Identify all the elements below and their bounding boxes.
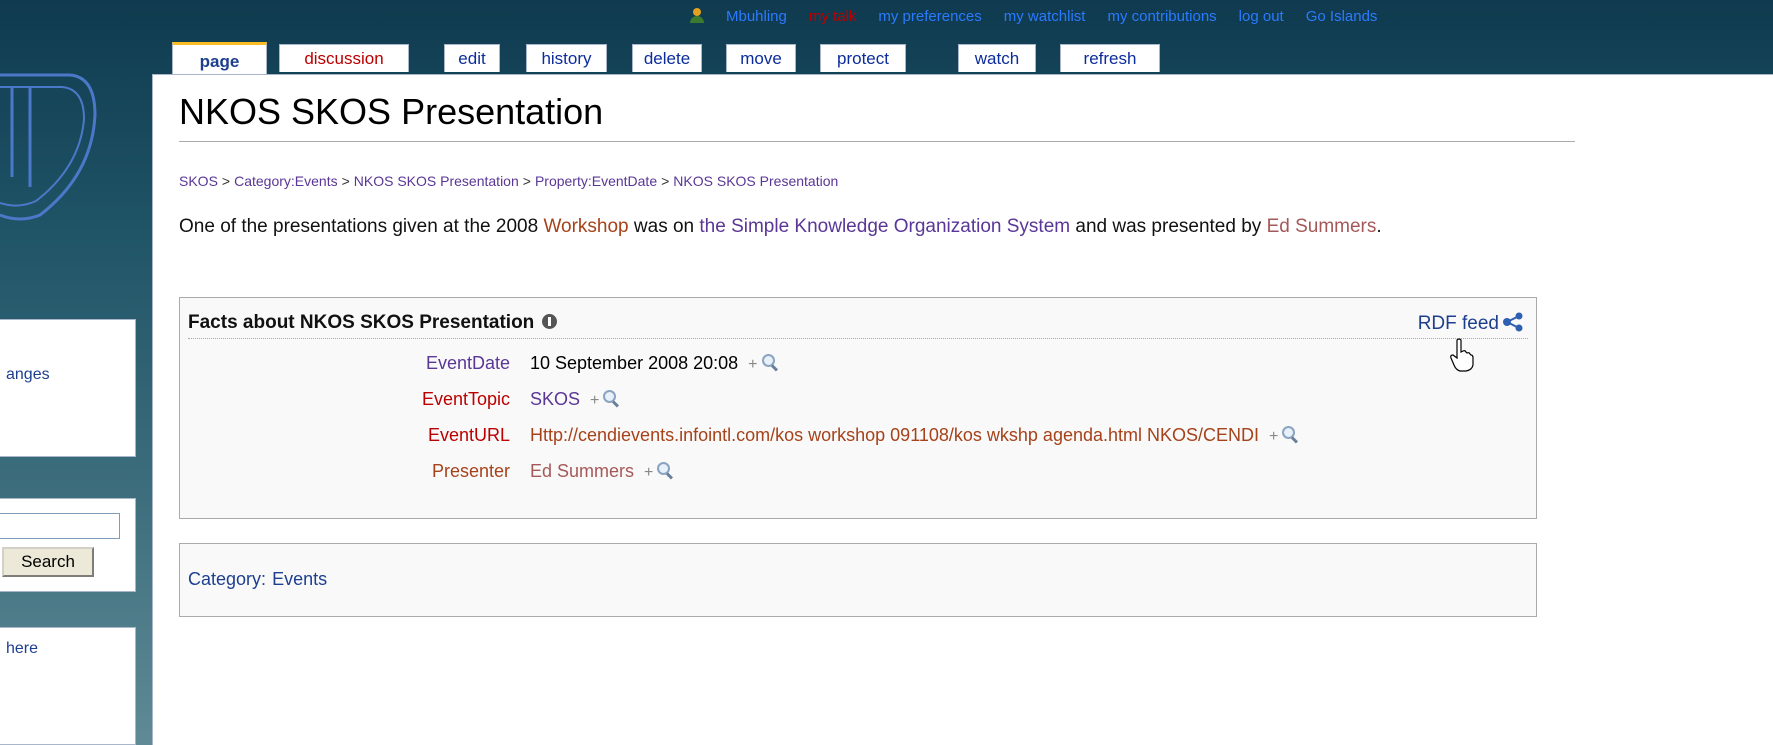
breadcrumb-link[interactable]: NKOS SKOS Presentation bbox=[354, 173, 519, 189]
rdf-feed-link[interactable]: RDF feed bbox=[1418, 312, 1524, 335]
category-label[interactable]: Category bbox=[188, 569, 261, 589]
site-logo[interactable] bbox=[0, 55, 110, 225]
fact-row-eventtopic: EventTopic SKOS + bbox=[180, 384, 1520, 414]
tab-protect[interactable]: protect bbox=[820, 44, 906, 72]
personal-link-preferences[interactable]: my preferences bbox=[878, 8, 981, 30]
tab-history[interactable]: history bbox=[526, 44, 607, 72]
skos-system-link[interactable]: the Simple Knowledge Organization System bbox=[699, 216, 1070, 237]
page-title: NKOS SKOS Presentation bbox=[179, 91, 1575, 142]
presenter-link[interactable]: Ed Summers bbox=[1267, 216, 1377, 237]
intro-text: was on bbox=[628, 216, 700, 237]
search-input[interactable] bbox=[0, 513, 120, 539]
breadcrumb-separator: > bbox=[522, 173, 531, 189]
intro-text: and was presented by bbox=[1070, 216, 1267, 237]
factbox-title: Facts about NKOS SKOS Presentation bbox=[188, 312, 535, 333]
search-icon[interactable] bbox=[1282, 426, 1298, 442]
plus-sign: + bbox=[644, 464, 654, 481]
info-icon[interactable] bbox=[542, 314, 558, 329]
category-links: Category: Events bbox=[179, 543, 1537, 617]
user-icon bbox=[690, 8, 704, 24]
property-link[interactable]: EventURL bbox=[428, 420, 510, 450]
personal-link-logout[interactable]: log out bbox=[1239, 8, 1284, 30]
factbox-header: Facts about NKOS SKOS Presentation RDF f… bbox=[188, 312, 1528, 372]
sidebar-item-recent-changes[interactable]: anges bbox=[6, 366, 50, 384]
tab-move[interactable]: move bbox=[726, 44, 796, 72]
property-link[interactable]: EventTopic bbox=[422, 384, 510, 414]
breadcrumb-link[interactable]: NKOS SKOS Presentation bbox=[673, 173, 838, 189]
property-link[interactable]: EventDate bbox=[426, 348, 510, 378]
fact-value: 10 September 2008 20:08 + bbox=[530, 348, 778, 380]
rdf-feed-label[interactable]: RDF feed bbox=[1418, 313, 1499, 334]
sidebar-toolbox: here bbox=[0, 627, 136, 745]
fact-value-link[interactable]: SKOS bbox=[530, 389, 580, 409]
personal-link-user[interactable]: Mbuhling bbox=[726, 8, 787, 30]
search-icon[interactable] bbox=[603, 390, 619, 406]
fact-value: SKOS + bbox=[530, 384, 619, 416]
tab-delete[interactable]: delete bbox=[632, 44, 702, 72]
personal-link-talk[interactable]: my talk bbox=[809, 8, 857, 30]
category-colon: : bbox=[261, 569, 267, 589]
breadcrumb-link[interactable]: Property:EventDate bbox=[535, 173, 657, 189]
plus-sign: + bbox=[748, 356, 758, 373]
factbox: Facts about NKOS SKOS Presentation RDF f… bbox=[179, 297, 1537, 519]
personal-toolbar: Mbuhling my talk my preferences my watch… bbox=[690, 8, 1377, 30]
content-area: NKOS SKOS Presentation SKOS > Category:Eve… bbox=[152, 74, 1773, 745]
sidebar-item-what-links-here[interactable]: here bbox=[6, 640, 38, 658]
breadcrumb-link[interactable]: Category:Events bbox=[234, 173, 338, 189]
property-link[interactable]: Presenter bbox=[432, 456, 510, 486]
breadcrumb-separator: > bbox=[341, 173, 350, 189]
personal-link-islands[interactable]: Go Islands bbox=[1306, 8, 1378, 30]
fact-value-link[interactable]: Http://cendievents.infointl.com/kos work… bbox=[530, 425, 1259, 445]
plus-sign: + bbox=[1269, 428, 1279, 445]
tab-discussion[interactable]: discussion bbox=[279, 44, 409, 72]
category-link-events[interactable]: Events bbox=[272, 569, 327, 589]
search-button[interactable]: Search bbox=[2, 547, 94, 577]
fact-value-link[interactable]: Ed Summers bbox=[530, 461, 634, 481]
fact-value: Http://cendievents.infointl.com/kos work… bbox=[530, 420, 1298, 452]
fact-value-text: 10 September 2008 20:08 bbox=[530, 353, 739, 373]
tab-refresh[interactable]: refresh bbox=[1060, 44, 1160, 72]
search-icon[interactable] bbox=[761, 354, 778, 370]
fact-row-eventdate: EventDate 10 September 2008 20:08 + bbox=[180, 348, 1520, 378]
breadcrumb: SKOS > Category:Events > NKOS SKOS Presentat… bbox=[179, 173, 838, 189]
breadcrumb-separator: > bbox=[221, 173, 231, 189]
sidebar-search: Search bbox=[0, 498, 136, 592]
intro-paragraph: One of the presentations given at the 20… bbox=[179, 211, 1539, 242]
breadcrumb-separator: > bbox=[661, 173, 670, 189]
tab-watch[interactable]: watch bbox=[958, 44, 1036, 72]
tab-page[interactable]: page bbox=[172, 42, 267, 74]
fact-row-eventurl: EventURL Http://cendievents.infointl.com… bbox=[180, 420, 1520, 450]
breadcrumb-link[interactable]: SKOS bbox=[179, 173, 218, 189]
rdf-icon[interactable] bbox=[1502, 312, 1524, 332]
search-icon[interactable] bbox=[657, 462, 673, 478]
personal-link-watchlist[interactable]: my watchlist bbox=[1004, 8, 1086, 30]
plus-sign: + bbox=[590, 392, 600, 409]
sidebar-navigation: anges bbox=[0, 319, 136, 457]
workshop-link[interactable]: Workshop bbox=[543, 216, 628, 237]
tab-edit[interactable]: edit bbox=[444, 44, 500, 72]
intro-text: One of the presentations given at the 20… bbox=[179, 216, 544, 237]
fact-row-presenter: Presenter Ed Summers + bbox=[180, 456, 1520, 486]
personal-link-contributions[interactable]: my contributions bbox=[1107, 8, 1216, 30]
fact-value: Ed Summers + bbox=[530, 456, 673, 488]
intro-text: . bbox=[1376, 216, 1382, 237]
